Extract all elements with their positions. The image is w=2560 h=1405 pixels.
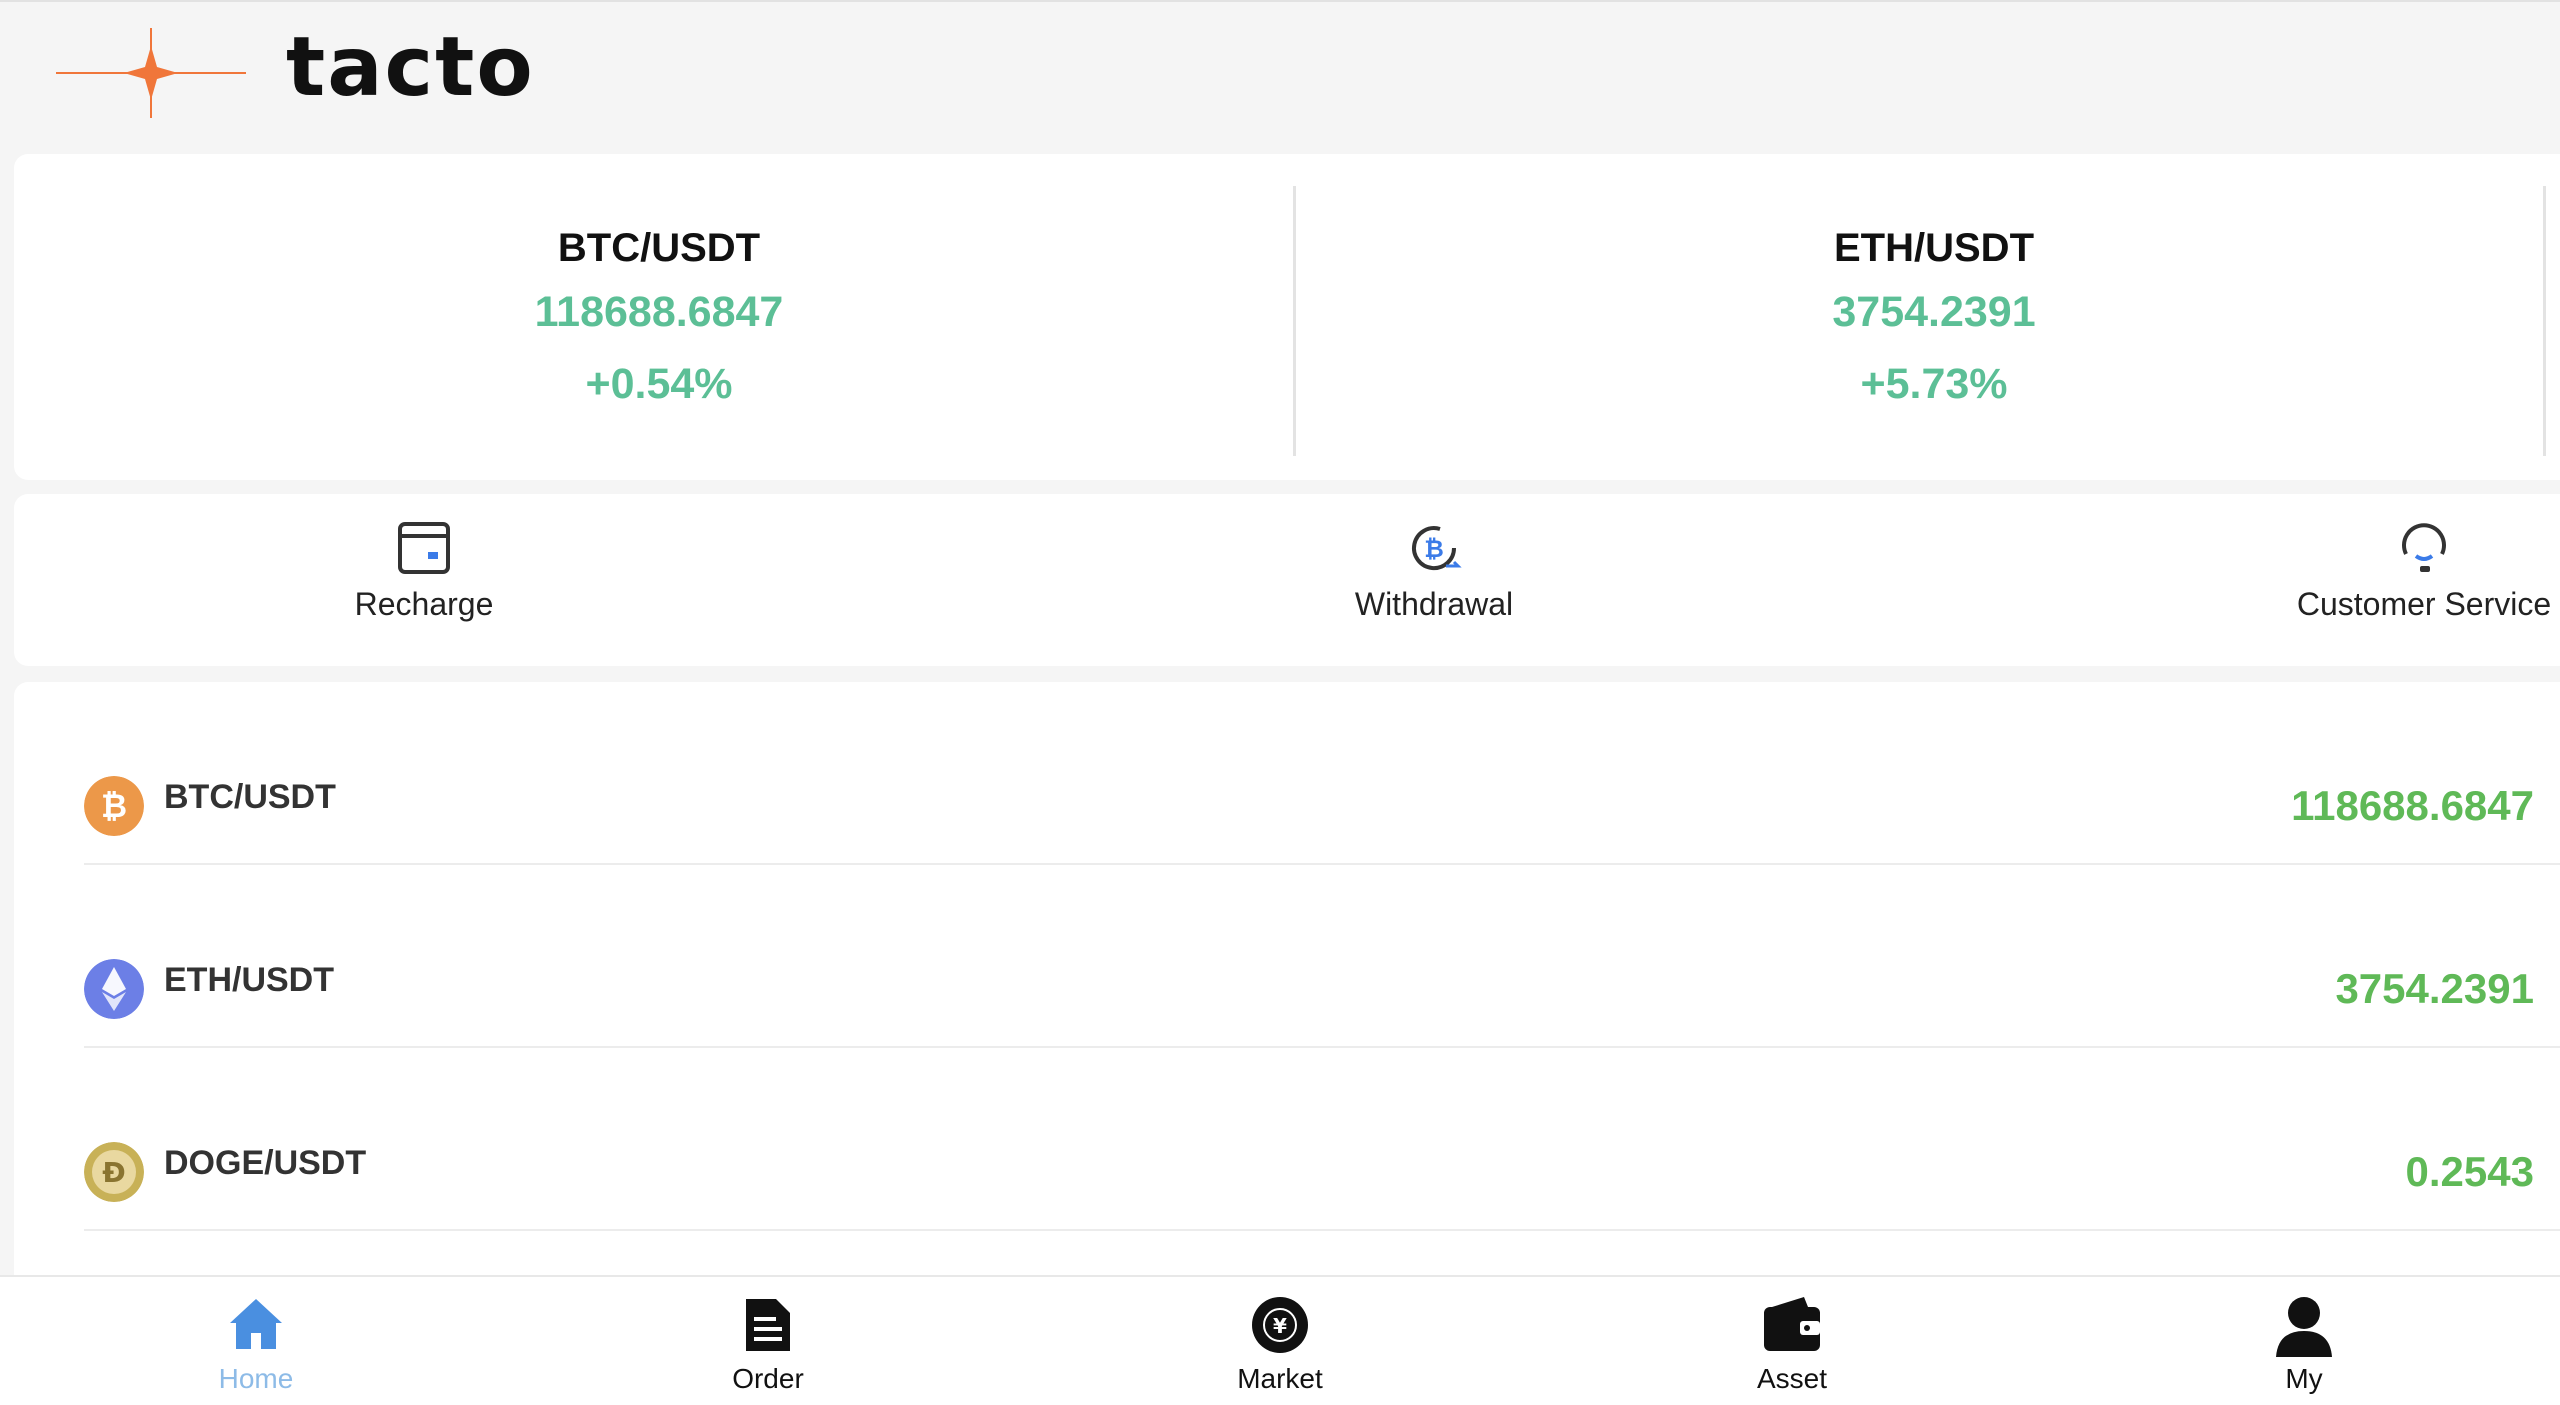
- customer-service-button[interactable]: Customer Service: [2254, 494, 2560, 666]
- ticker-summary-card: BTC/USDT 118688.6847 +0.54% ETH/USDT 375…: [14, 154, 2560, 480]
- market-price: 0.2543: [2405, 1148, 2534, 1195]
- divider: [2543, 186, 2546, 456]
- home-icon: [230, 1299, 282, 1349]
- tab-label: Order: [732, 1363, 804, 1394]
- bitcoin-icon: ₿: [84, 776, 144, 836]
- tab-label: Market: [1237, 1363, 1323, 1394]
- svg-text:Ð: Ð: [102, 1156, 125, 1189]
- tab-my[interactable]: My: [2154, 1277, 2454, 1405]
- svg-text:¥: ¥: [1273, 1314, 1287, 1338]
- svg-text:₿: ₿: [101, 787, 127, 825]
- recharge-label: Recharge: [354, 586, 494, 622]
- list-item-eth[interactable]: ETH/USDT 3754.2391: [84, 865, 2560, 1048]
- wallet-icon: [1764, 1297, 1820, 1351]
- market-icon: ¥: [1252, 1297, 1308, 1353]
- tacto-star-logo-icon: [56, 28, 246, 118]
- tab-market[interactable]: ¥ Market: [1130, 1277, 1430, 1405]
- app-header: tacto: [0, 0, 2560, 150]
- ticker-price: 118688.6847: [534, 288, 784, 336]
- ticker-price: 3754.2391: [1832, 288, 2036, 336]
- quick-actions-card: Recharge ₿ Withdrawal Customer Service: [14, 494, 2560, 666]
- market-price: 118688.6847: [2291, 782, 2534, 829]
- customer-service-label: Customer Service: [2296, 586, 2552, 622]
- market-symbol: ETH/USDT: [164, 961, 334, 999]
- list-item-btc[interactable]: ₿ BTC/USDT 118688.6847: [84, 682, 2560, 865]
- ticker-eth[interactable]: ETH/USDT 3754.2391 +5.73%: [1294, 154, 2560, 480]
- svg-text:₿: ₿: [1424, 535, 1444, 563]
- recharge-button[interactable]: Recharge: [254, 494, 594, 666]
- tab-label: Asset: [1756, 1363, 1828, 1394]
- document-icon: [746, 1299, 790, 1351]
- card-icon: [398, 522, 450, 574]
- ticker-pair: ETH/USDT: [1834, 226, 2034, 270]
- bottom-tab-bar: Home Order ¥ Market Asset My: [0, 1275, 2560, 1405]
- withdrawal-label: Withdrawal: [1354, 586, 1514, 622]
- dogecoin-icon: Ð: [84, 1142, 144, 1202]
- tab-order[interactable]: Order: [618, 1277, 918, 1405]
- ticker-btc[interactable]: BTC/USDT 118688.6847 +0.54%: [14, 154, 1304, 480]
- market-price: 3754.2391: [2335, 965, 2534, 1012]
- tab-asset[interactable]: Asset: [1642, 1277, 1942, 1405]
- withdrawal-button[interactable]: ₿ Withdrawal: [1264, 494, 1604, 666]
- divider: [84, 1229, 2560, 1231]
- tab-home[interactable]: Home: [106, 1277, 406, 1405]
- ethereum-icon: [84, 959, 144, 1019]
- user-icon: [2276, 1297, 2332, 1357]
- ticker-change: +0.54%: [585, 360, 733, 408]
- bitcoin-withdraw-icon: ₿: [1412, 526, 1462, 571]
- market-list: ₿ BTC/USDT 118688.6847 ETH/USDT 3754.239…: [14, 682, 2560, 1282]
- tab-label: My: [2285, 1363, 2323, 1394]
- tab-label: Home: [218, 1363, 294, 1394]
- market-symbol: DOGE/USDT: [164, 1144, 367, 1182]
- market-symbol: BTC/USDT: [164, 778, 336, 816]
- list-item-doge[interactable]: Ð DOGE/USDT 0.2543: [84, 1048, 2560, 1231]
- ticker-pair: BTC/USDT: [557, 226, 761, 270]
- ticker-change: +5.73%: [1860, 360, 2008, 408]
- headset-icon: [2402, 523, 2446, 572]
- brand-name: tacto: [286, 20, 535, 115]
